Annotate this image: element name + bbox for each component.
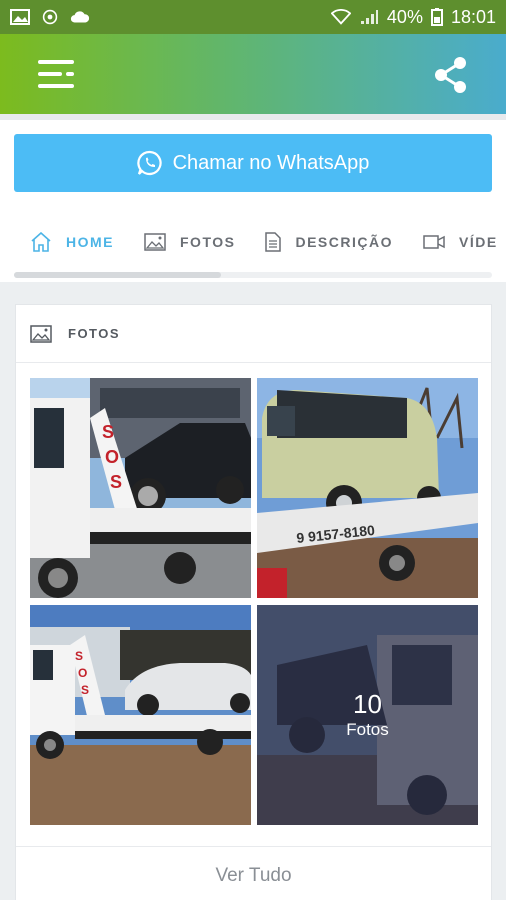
home-icon [31, 232, 51, 252]
tab-bar: HOME FOTOS DESCRIÇÃO VÍDE [0, 220, 506, 264]
signal-icon [360, 10, 378, 24]
tab-video[interactable]: VÍDE [423, 234, 498, 250]
tab-video-label: VÍDE [458, 234, 498, 250]
cloud-notification-icon [70, 11, 90, 23]
share-icon [435, 57, 466, 93]
clock: 18:01 [450, 6, 496, 27]
top-section: Chamar no WhatsApp HOME FOTOS DESCRIÇÃO … [0, 114, 506, 282]
battery-icon [430, 8, 443, 26]
gallery-notification-icon [10, 9, 30, 25]
more-photos-label: Fotos [346, 720, 389, 739]
tab-home-label: HOME [66, 234, 114, 250]
tab-fotos[interactable]: FOTOS [144, 233, 235, 251]
whatsapp-button-label: Chamar no WhatsApp [172, 151, 370, 174]
share-button[interactable] [432, 56, 470, 94]
whatsapp-icon [136, 150, 162, 176]
tab-scrollbar-thumb[interactable] [14, 272, 221, 278]
more-photos-count: 10 [353, 689, 382, 719]
see-all-link[interactable]: Ver Tudo [16, 865, 491, 887]
svg-text:S: S [102, 422, 114, 442]
battery-percent: 40% [386, 6, 423, 27]
wifi-icon [330, 9, 351, 25]
svg-text:S: S [81, 683, 89, 697]
image-icon [30, 324, 52, 343]
photo-grid: S O S 9 9157-8180 S O S 10 Fotos [30, 378, 478, 826]
tab-descricao-label: DESCRIÇÃO [295, 234, 393, 250]
card-divider [16, 846, 491, 847]
photos-card: FOTOS S O S 9 9157-8180 S O S 10 Fotos V… [15, 304, 492, 900]
menu-icon [38, 60, 74, 88]
status-bar: 40% 18:01 [0, 0, 506, 34]
photos-card-header: FOTOS [16, 305, 491, 363]
svg-text:S: S [110, 472, 122, 492]
menu-button[interactable] [38, 58, 78, 90]
tab-descricao[interactable]: DESCRIÇÃO [265, 232, 393, 252]
tab-fotos-label: FOTOS [180, 234, 236, 250]
svg-text:O: O [105, 447, 119, 467]
more-photos-overlay: 10 Fotos [257, 605, 478, 825]
photos-card-title: FOTOS [68, 326, 121, 341]
app-bar [0, 34, 506, 114]
document-icon [265, 232, 282, 252]
sync-notification-icon [42, 9, 58, 25]
svg-text:O: O [78, 666, 87, 680]
tab-home[interactable]: HOME [30, 232, 114, 252]
photo-tow-truck-suv[interactable]: S O S [30, 378, 251, 598]
whatsapp-button[interactable]: Chamar no WhatsApp [14, 134, 492, 192]
tab-scrollbar[interactable] [14, 272, 492, 278]
photo-more-overlay[interactable]: 10 Fotos [257, 605, 478, 825]
photo-tow-truck-van[interactable]: 9 9157-8180 [257, 378, 478, 598]
svg-text:S: S [75, 649, 83, 663]
image-icon [144, 233, 166, 251]
video-icon [423, 235, 445, 249]
photo-tow-truck-car[interactable]: S O S [30, 605, 251, 825]
